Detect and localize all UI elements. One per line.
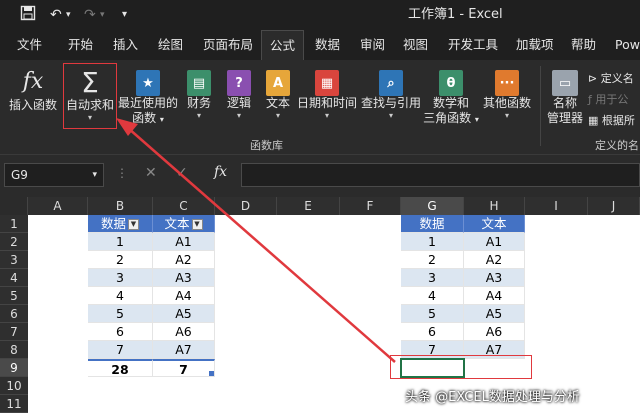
watermark: 头条 @EXCEL数据处理与分析 xyxy=(405,390,580,405)
annotation-arrow xyxy=(116,118,396,363)
